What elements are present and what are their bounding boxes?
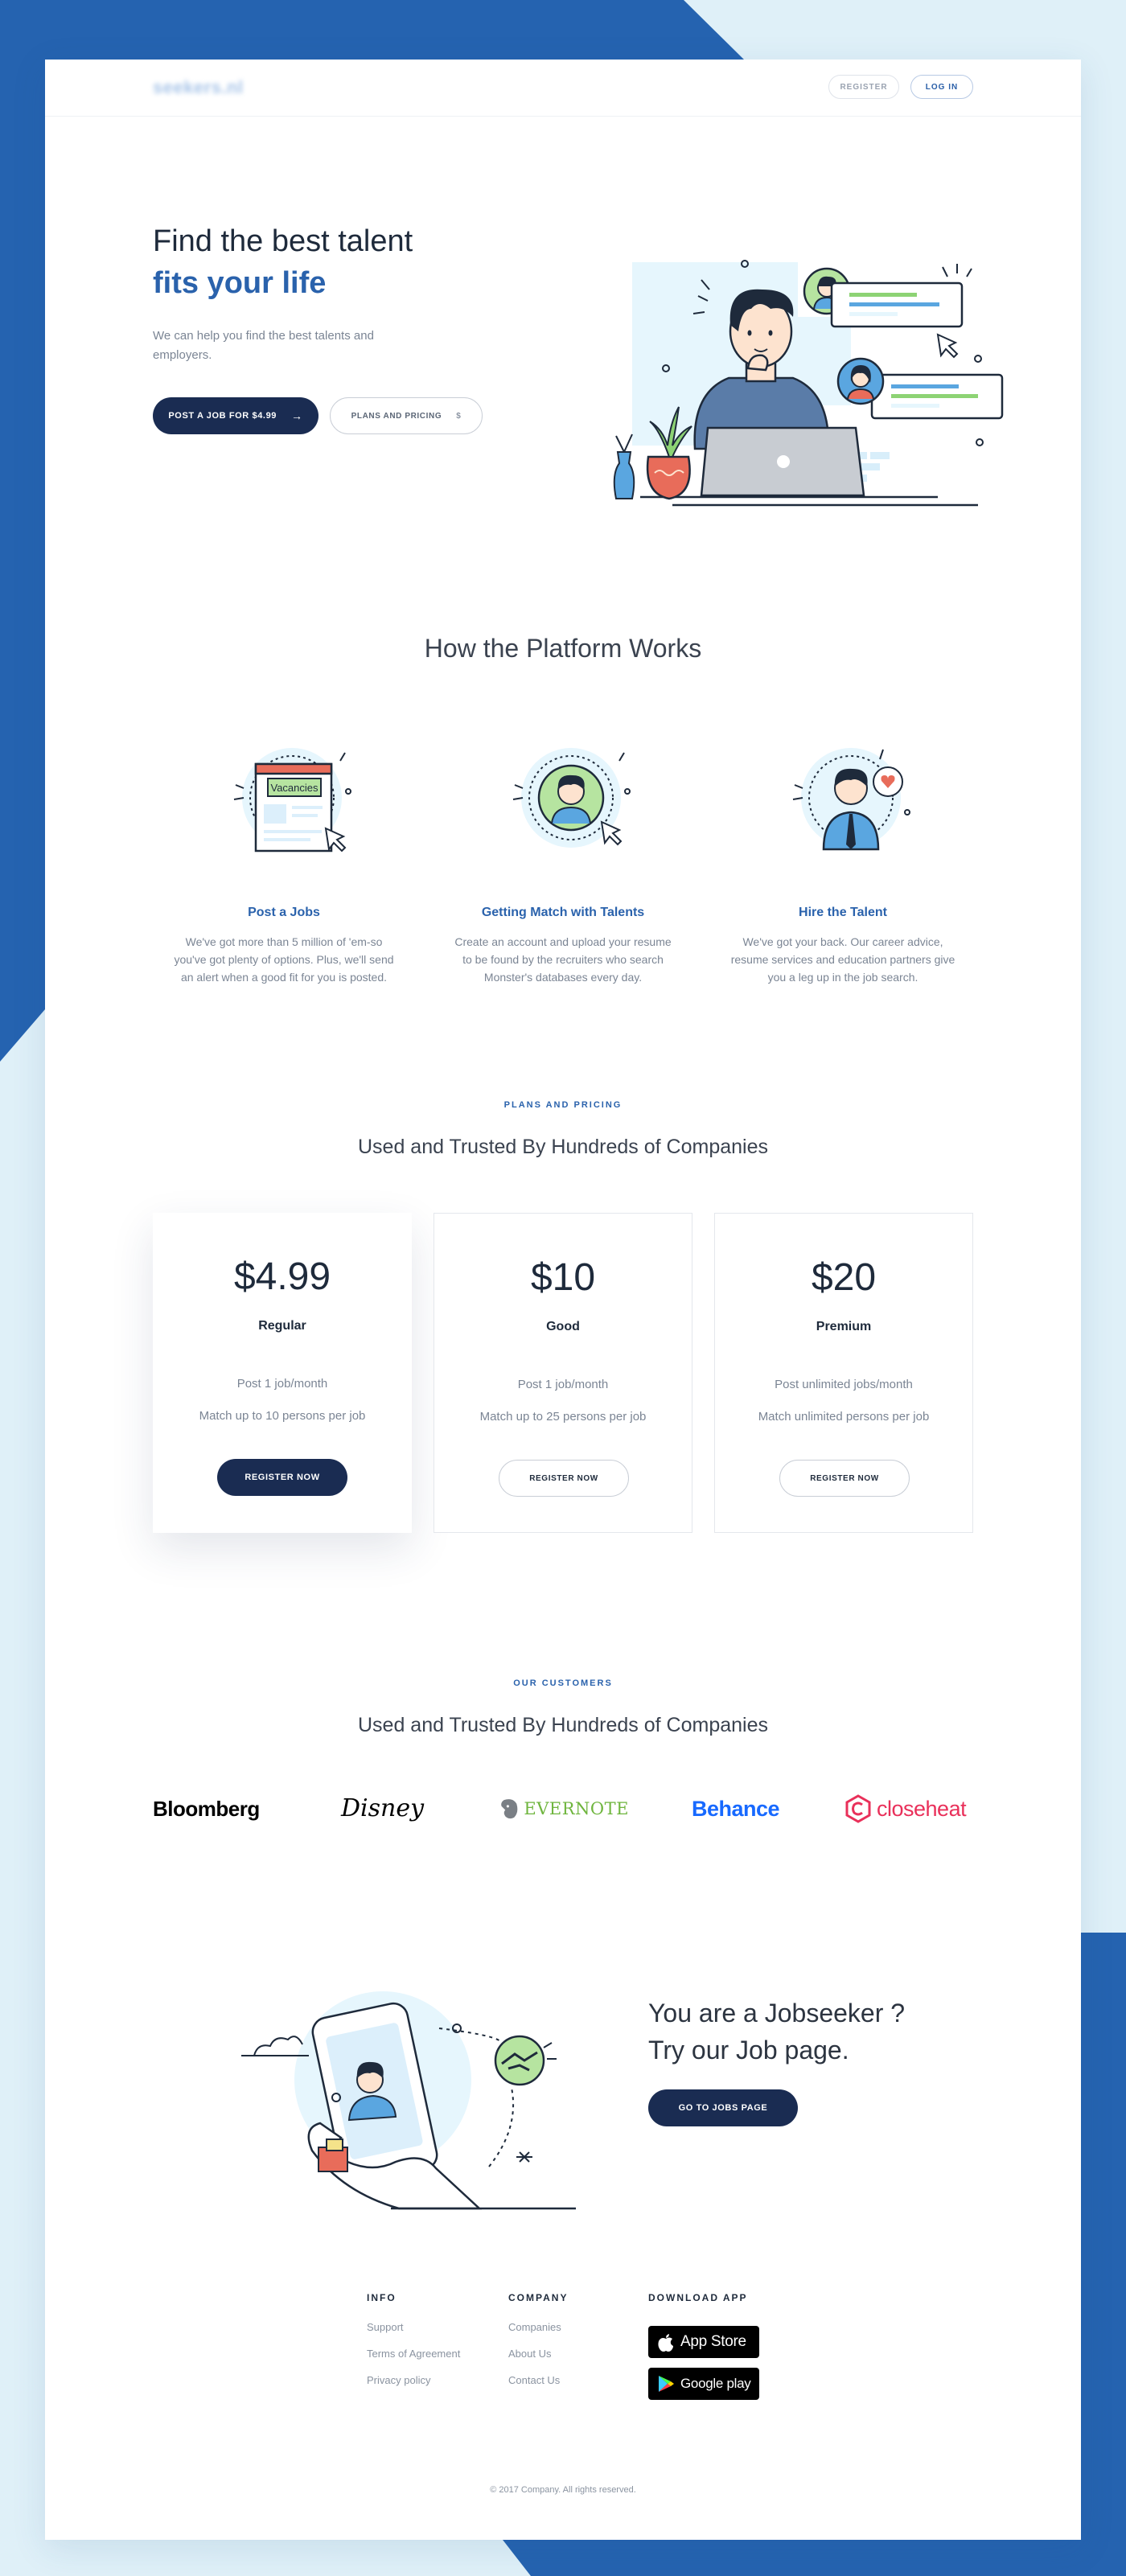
plans-pricing-label: PLANS AND PRICING [351,411,442,421]
footer-info: INFO Support Terms of Agreement Privacy … [367,2292,460,2401]
footer-heading: COMPANY [508,2292,569,2303]
footer-link-support[interactable]: Support [367,2321,460,2333]
plan-name: Regular [258,1319,306,1333]
login-button[interactable]: LOG IN [910,75,973,99]
customers-title: Used and Trusted By Hundreds of Companie… [358,1714,768,1736]
step-desc-match: Create an account and upload your resume… [454,935,672,984]
post-job-label: POST A JOB FOR $4.99 [168,411,277,421]
footer-heading: INFO [367,2292,397,2303]
pricing-title: Used and Trusted By Hundreds of Companie… [358,1136,768,1158]
go-to-jobs-button[interactable]: GO TO JOBS PAGE [648,2089,798,2126]
footer-download: DOWNLOAD APP [648,2292,748,2321]
footer-heading: DOWNLOAD APP [648,2292,748,2303]
register-now-button[interactable]: REGISTER NOW [217,1459,347,1496]
page-container: seekers.nl REGISTER LOG IN Find the best… [45,60,1081,2540]
talent-avatar-icon [512,748,631,848]
footer-company: COMPANY Companies About Us Contact Us [508,2292,568,2401]
plan-feature: Match unlimited persons per job [758,1410,930,1424]
plan-feature: Post 1 job/month [517,1378,609,1391]
pricing-card-good: $10 Good Post 1 job/month Match up to 25… [434,1213,692,1533]
step-desc-hire: We've got your back. Our career advice, … [730,935,955,984]
closeheat-hex-icon [845,1794,871,1823]
footer-link-contact[interactable]: Contact Us [508,2374,568,2386]
register-now-button[interactable]: REGISTER NOW [499,1460,629,1497]
register-button[interactable]: REGISTER [828,75,899,99]
top-navbar: seekers.nl REGISTER LOG IN [45,60,1081,117]
google-play-label: Google play [680,2376,751,2391]
how-section-title: How the Platform Works [424,634,702,663]
jobseeker-title: You are a Jobseeker ? Try our Job page. [648,1995,905,2069]
price-amount: $20 [811,1256,877,1299]
footer-link-privacy[interactable]: Privacy policy [367,2374,460,2386]
hero-title-line2: fits your life [153,266,327,300]
register-now-button[interactable]: REGISTER NOW [779,1460,910,1497]
customer-logo-behance: Behance [692,1797,780,1821]
hero-title-line1: Find the best talent [153,224,413,258]
footer-link-about[interactable]: About Us [508,2348,568,2360]
app-store-label: App Store [680,2333,746,2350]
plan-feature: Match up to 10 persons per job [199,1409,366,1423]
footer-link-companies[interactable]: Companies [508,2321,568,2333]
pricing-card-premium: $20 Premium Post unlimited jobs/month Ma… [714,1213,973,1533]
vacancies-board-label: Vacancies [270,782,318,794]
step-title-match: Getting Match with Talents [481,906,645,919]
google-play-icon [659,2376,674,2392]
google-play-button[interactable]: Google play [648,2368,759,2400]
plan-feature: Post 1 job/month [236,1377,328,1391]
customer-logo-evernote: EVERNOTE [500,1789,629,1829]
pricing-card-regular: $4.99 Regular Post 1 job/month Match up … [153,1213,412,1533]
customer-logo-bloomberg: Bloomberg [153,1797,260,1821]
customers-eyebrow: OUR CUSTOMERS [513,1678,613,1688]
jobseeker-title-line2: Try our Job page. [648,2036,849,2064]
price-amount: $4.99 [233,1255,331,1298]
dollar-icon: $ [456,411,462,421]
step-title-hire: Hire the Talent [799,906,887,919]
jobseeker-illustration [241,1991,576,2210]
hero-title: Find the best talent fits your life [153,220,413,304]
customer-logo-disney: Disney [341,1794,425,1822]
hire-heart-icon [792,748,910,851]
plan-name: Good [546,1320,580,1333]
price-amount: $10 [530,1256,596,1299]
customer-logo-closeheat: closeheat [844,1789,981,1829]
app-store-button[interactable]: App Store [648,2326,759,2358]
step-title-post-job: Post a Jobs [248,906,320,919]
plan-feature: Match up to 25 persons per job [479,1410,647,1424]
copyright-text: © 2017 Company. All rights reserved. [490,2485,636,2495]
apple-icon [658,2334,673,2352]
plan-name: Premium [816,1320,872,1333]
hero-illustration [613,260,1004,507]
step-desc-post-job: We've got more than 5 million of 'em-so … [174,935,394,984]
plan-feature: Post unlimited jobs/month [775,1378,913,1391]
footer-link-terms[interactable]: Terms of Agreement [367,2348,460,2360]
elephant-icon [501,1799,518,1819]
plans-pricing-button[interactable]: PLANS AND PRICING $ [330,397,483,434]
brand-logo[interactable]: seekers.nl [153,77,244,98]
hero-subtitle: We can help you find the best talents an… [153,329,374,362]
jobseeker-title-line1: You are a Jobseeker ? [648,1999,906,2028]
arrow-right-icon: → [291,409,303,422]
vacancies-board-icon: Vacancies [233,748,351,853]
pricing-eyebrow: PLANS AND PRICING [503,1100,623,1110]
post-job-button[interactable]: POST A JOB FOR $4.99 → [153,397,318,434]
